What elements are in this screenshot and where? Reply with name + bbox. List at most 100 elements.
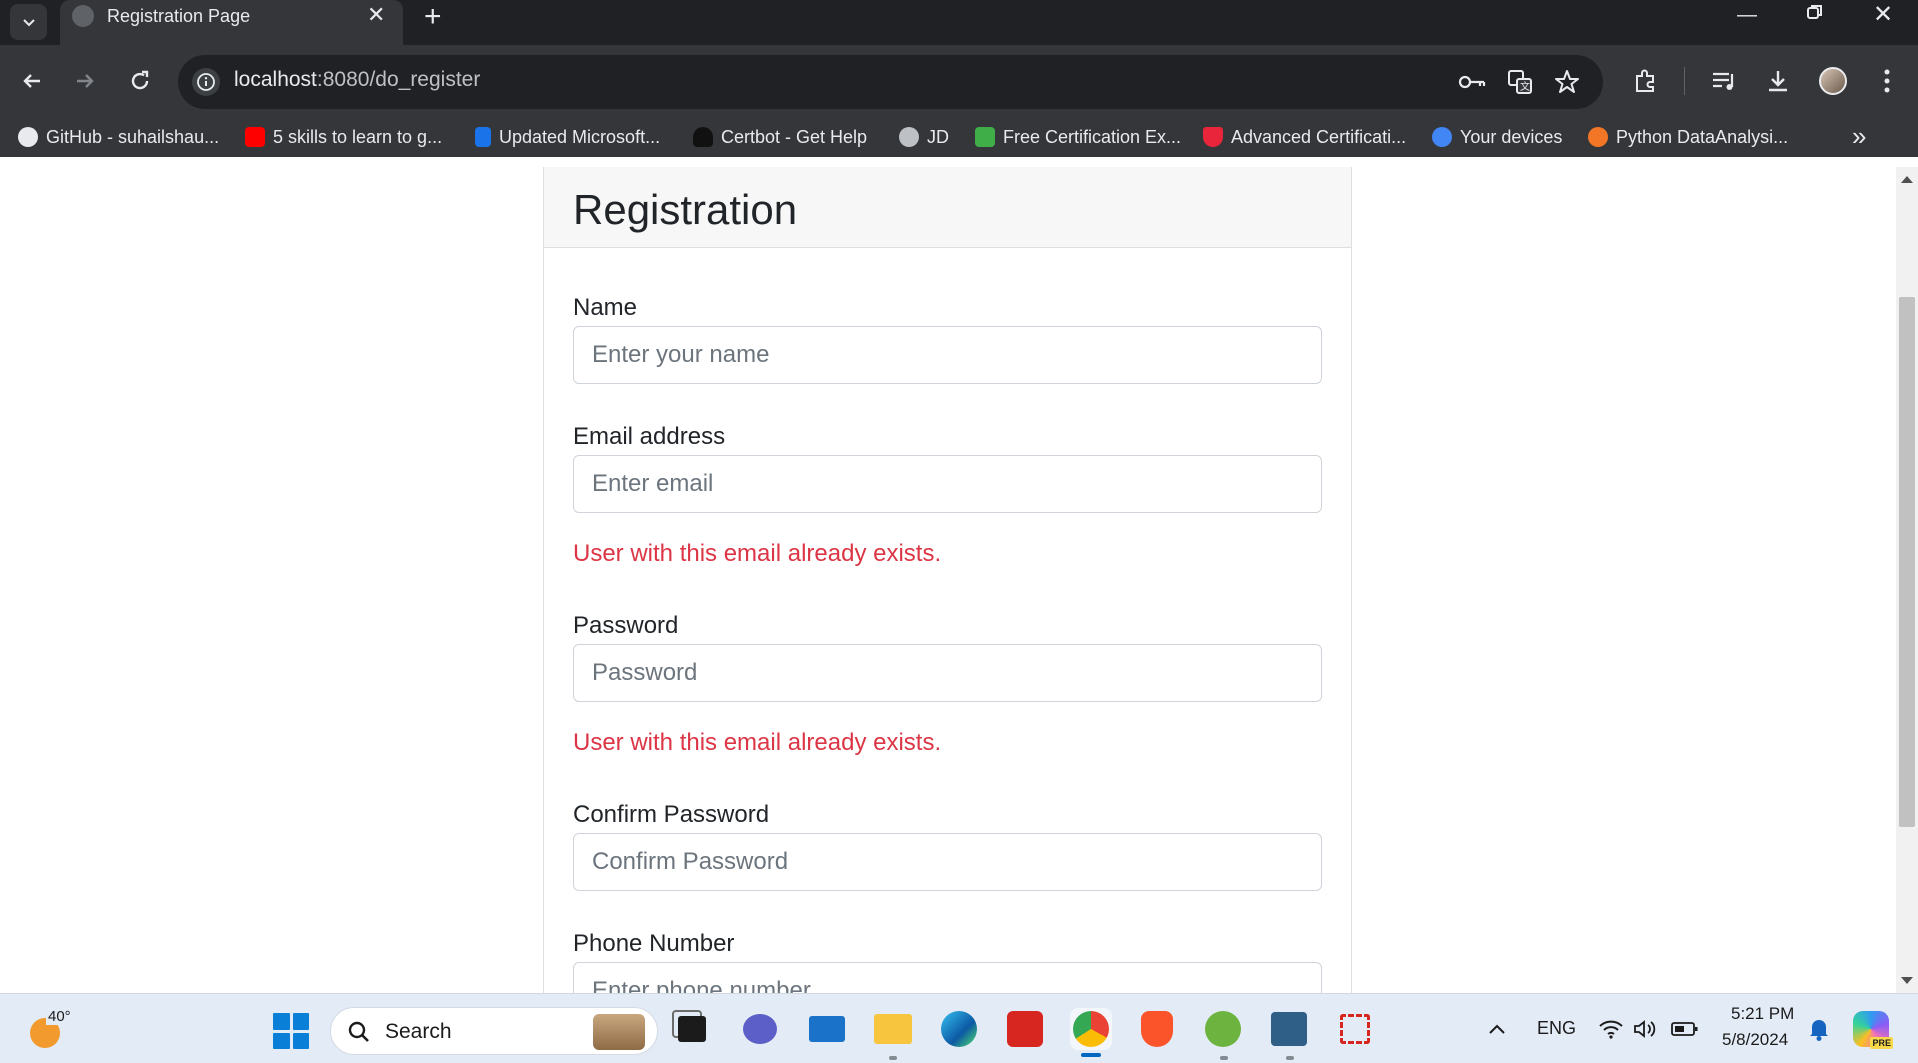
document-icon — [475, 127, 491, 147]
youtube-icon — [245, 127, 265, 147]
close-icon[interactable]: ✕ — [367, 4, 385, 26]
arrow-right-icon — [77, 74, 94, 88]
windows-logo-icon — [273, 1013, 290, 1030]
scrollbar-thumb[interactable] — [1899, 297, 1915, 827]
mysql-workbench-icon[interactable] — [1268, 1008, 1310, 1050]
file-explorer-icon[interactable] — [872, 1008, 914, 1050]
card-header: Registration — [544, 167, 1351, 248]
chrome-icon[interactable] — [1070, 1008, 1112, 1050]
bookmark-label: Your devices — [1460, 126, 1563, 147]
snipping-tool-icon[interactable] — [1334, 1008, 1376, 1050]
bookmark-label: Certbot - Get Help — [721, 126, 868, 147]
phone-label: Phone Number — [573, 930, 735, 957]
edge-icon[interactable] — [938, 1008, 980, 1050]
password-error-message: User with this email already exists. — [573, 729, 942, 756]
teams-chat-icon[interactable] — [739, 1008, 781, 1050]
forward-button[interactable] — [67, 63, 103, 99]
brave-icon[interactable] — [1136, 1008, 1178, 1050]
page-scrollbar[interactable] — [1896, 167, 1918, 993]
tab-strip: Registration Page ✕ + — ✕ — [0, 0, 1918, 45]
start-button[interactable] — [273, 1013, 309, 1049]
bookmark-item[interactable]: Advanced Certificati... — [1203, 124, 1406, 150]
bookmark-item[interactable]: GitHub - suhailshau... — [18, 124, 219, 150]
github-icon — [18, 127, 38, 147]
acrobat-icon[interactable] — [1004, 1008, 1046, 1050]
copilot-icon[interactable]: PRE — [1850, 1008, 1893, 1050]
bookmark-item[interactable]: JD — [899, 124, 949, 150]
running-indicator — [889, 1056, 897, 1060]
menu-button[interactable] — [1869, 63, 1905, 99]
bookmark-item[interactable]: Free Certification Ex... — [975, 124, 1181, 150]
close-window-button[interactable]: ✕ — [1873, 3, 1893, 27]
weather-widget[interactable]: 40° — [28, 1008, 73, 1052]
search-placeholder: Search — [385, 1020, 452, 1043]
profile-avatar[interactable] — [1815, 63, 1851, 99]
notification-bell-icon[interactable] — [1798, 1008, 1840, 1050]
google-icon — [1432, 127, 1452, 147]
bookmark-label: Python DataAnalysi... — [1616, 126, 1789, 147]
battery-icon[interactable] — [1664, 1008, 1706, 1050]
download-icon[interactable] — [1760, 63, 1796, 99]
info-icon — [197, 73, 215, 91]
jupyter-icon — [1588, 127, 1608, 147]
page-viewport: Registration Name Email address User wit… — [0, 167, 1896, 993]
scroll-down-arrow-icon[interactable] — [1901, 977, 1913, 984]
bookmarks-bar: GitHub - suhailshau... 5 skills to learn… — [0, 117, 1918, 157]
clock-time[interactable]: 5:21 PM — [1731, 1004, 1794, 1024]
pa-icon — [975, 127, 995, 147]
translate-icon[interactable]: 文 — [1506, 68, 1534, 96]
svg-text:文: 文 — [1520, 80, 1530, 93]
bookmark-label: GitHub - suhailshau... — [46, 126, 220, 147]
password-label: Password — [573, 612, 679, 639]
key-icon[interactable] — [1458, 68, 1486, 96]
name-label: Name — [573, 294, 638, 321]
reload-button[interactable] — [122, 63, 158, 99]
page-title: Registration — [573, 186, 798, 233]
bookmark-item[interactable]: Python DataAnalysi... — [1588, 124, 1788, 150]
bookmark-item[interactable]: Certbot - Get Help — [693, 124, 867, 150]
task-view-icon[interactable] — [671, 1008, 713, 1050]
toolbar-divider — [1684, 67, 1685, 95]
site-info-button[interactable] — [192, 68, 220, 96]
spring-tools-icon[interactable] — [1202, 1008, 1244, 1050]
minimize-button[interactable]: — — [1737, 3, 1757, 27]
url-text[interactable]: localhost:8080/do_register — [234, 68, 480, 92]
avatar — [1819, 67, 1847, 95]
extensions-icon[interactable] — [1628, 63, 1664, 99]
certbot-icon — [693, 127, 713, 147]
confirm-password-input[interactable] — [573, 833, 1322, 891]
globe-icon — [72, 5, 94, 27]
mail-icon[interactable] — [806, 1008, 848, 1050]
email-input[interactable] — [573, 455, 1322, 513]
new-tab-button[interactable]: + — [424, 2, 442, 32]
name-input[interactable] — [573, 326, 1322, 384]
bookmark-star-icon[interactable] — [1553, 68, 1581, 96]
show-hidden-icons-chevron-up-icon[interactable] — [1476, 1008, 1518, 1050]
language-indicator[interactable]: ENG — [1537, 1018, 1576, 1039]
search-icon — [348, 1021, 369, 1042]
tab-search-button[interactable] — [10, 4, 47, 40]
restore-button[interactable] — [1806, 3, 1824, 27]
bookmark-item[interactable]: Your devices — [1432, 124, 1562, 150]
bookmark-item[interactable]: Updated Microsoft... — [475, 124, 660, 150]
tab-registration[interactable]: Registration Page ✕ — [60, 0, 403, 45]
address-bar[interactable]: localhost:8080/do_register 文 — [178, 55, 1603, 109]
back-button[interactable] — [14, 63, 50, 99]
more-vertical-icon — [1884, 69, 1890, 93]
volume-icon[interactable] — [1624, 1008, 1666, 1050]
taskbar-search[interactable]: Search — [330, 1007, 658, 1055]
registration-card: Registration Name Email address User wit… — [543, 167, 1352, 993]
more-bookmarks-chevron-icon[interactable]: » — [1852, 121, 1866, 152]
email-label: Email address — [573, 423, 726, 450]
arrow-left-icon — [23, 74, 40, 88]
bookmark-item[interactable]: 5 skills to learn to g... — [245, 124, 442, 150]
globe-icon — [899, 127, 919, 147]
bookmark-label: 5 skills to learn to g... — [273, 126, 443, 147]
media-control-icon[interactable] — [1706, 63, 1742, 99]
chevron-down-icon — [22, 19, 35, 27]
search-highlight-image — [593, 1014, 645, 1050]
scroll-up-arrow-icon[interactable] — [1901, 176, 1913, 183]
clock-date[interactable]: 5/8/2024 — [1722, 1030, 1788, 1050]
password-input[interactable] — [573, 644, 1322, 702]
phone-input[interactable] — [573, 962, 1322, 993]
